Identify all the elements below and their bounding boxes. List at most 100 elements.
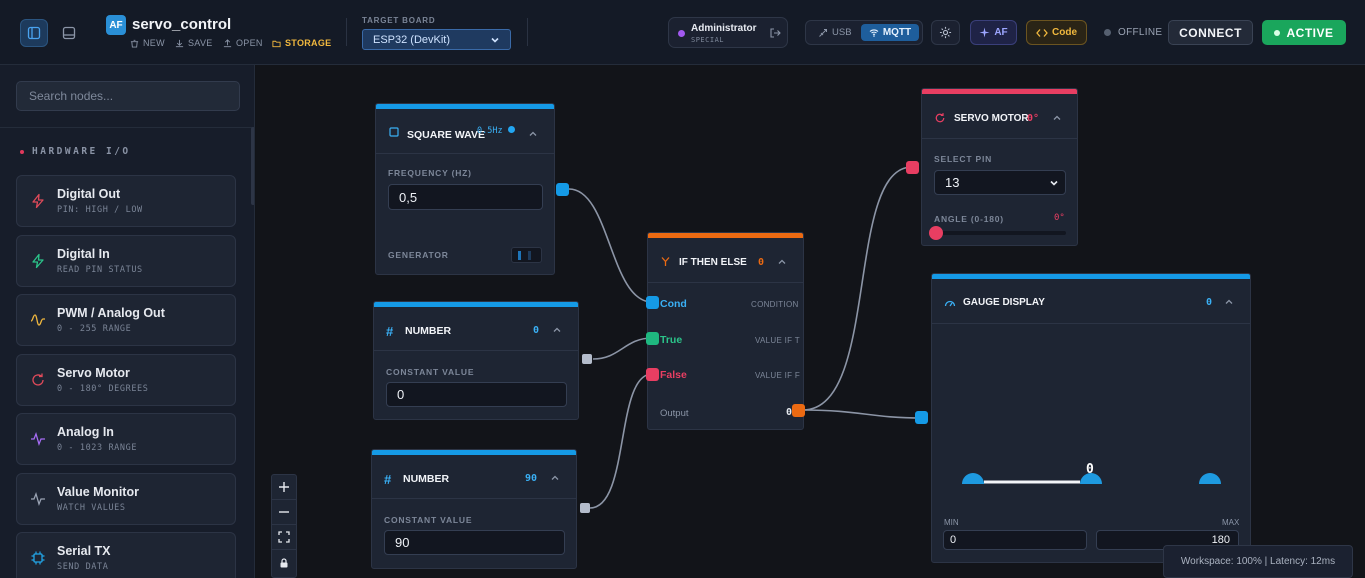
true-description: VALUE IF T — [755, 336, 800, 345]
node-header[interactable]: GAUGE DISPLAY 0 — [932, 279, 1250, 324]
constant-value-label: CONSTANT VALUE — [386, 367, 475, 377]
target-board-label: TARGET BOARD — [362, 16, 436, 25]
pulse-icon — [31, 492, 45, 506]
false-input-port[interactable] — [646, 368, 659, 381]
minus-icon — [279, 511, 289, 513]
settings-button[interactable] — [931, 20, 960, 45]
node-header[interactable]: SERVO MOTOR 0° — [922, 94, 1077, 139]
search-nodes-input[interactable] — [16, 81, 240, 111]
node-value: 90 — [525, 473, 538, 484]
node-title: NUMBER — [405, 325, 452, 337]
zoom-out-button[interactable] — [272, 500, 296, 525]
chevron-up-icon[interactable] — [777, 257, 787, 267]
active-toggle-button[interactable]: ACTIVE — [1262, 20, 1346, 45]
number-2-output-port[interactable] — [580, 503, 590, 513]
constant-value-label: CONSTANT VALUE — [384, 515, 473, 525]
constant-value-input[interactable]: 90 — [384, 530, 565, 555]
angle-slider-thumb[interactable] — [929, 226, 943, 240]
cond-input-port[interactable] — [646, 296, 659, 309]
target-board-select[interactable]: ESP32 (DevKit) — [362, 29, 511, 50]
zoom-controls — [271, 474, 297, 578]
folder-icon — [272, 40, 281, 47]
node-item-digital-out[interactable]: Digital Out PIN: HIGH / LOW — [16, 175, 236, 227]
true-input-label: True — [660, 334, 683, 346]
gauge-icon — [944, 300, 956, 307]
node-item-serial-tx[interactable]: Serial TX SEND DATA — [16, 532, 236, 578]
square-wave-output-port[interactable] — [556, 183, 569, 196]
code-button[interactable]: Code — [1026, 20, 1087, 45]
wave-icon — [30, 314, 45, 326]
divider — [0, 127, 254, 128]
pulse-icon — [31, 432, 45, 446]
chevron-up-icon[interactable] — [1052, 113, 1062, 123]
lock-view-button[interactable] — [272, 550, 296, 575]
node-title: SQUARE WAVE — [407, 129, 485, 141]
angle-slider-track[interactable] — [934, 231, 1066, 235]
true-input-port[interactable] — [646, 332, 659, 345]
constant-value-input[interactable]: 0 — [386, 382, 567, 407]
af-assistant-button[interactable]: AF — [970, 20, 1017, 45]
false-description: VALUE IF F — [755, 371, 801, 380]
node-item-digital-in[interactable]: Digital In READ PIN STATUS — [16, 235, 236, 287]
chevron-down-icon — [491, 37, 499, 43]
node-item-servo-motor[interactable]: Servo Motor 0 - 180° DEGREES — [16, 354, 236, 406]
chevron-up-icon[interactable] — [528, 129, 538, 139]
node-value: 0 — [758, 257, 765, 268]
output-port[interactable] — [792, 404, 805, 417]
number-1-output-port[interactable] — [582, 354, 592, 364]
divider — [527, 18, 528, 46]
max-label: MAX — [1222, 518, 1240, 527]
hash-icon: # — [386, 324, 394, 339]
active-dot — [1274, 29, 1281, 36]
connect-button[interactable]: CONNECT — [1168, 20, 1253, 45]
usb-button[interactable]: USB — [812, 24, 860, 41]
generator-toggle[interactable] — [511, 247, 542, 263]
sidebar-scrollbar[interactable] — [251, 127, 254, 205]
wifi-icon — [869, 29, 879, 37]
node-header[interactable]: IF THEN ELSE 0 — [648, 238, 803, 283]
node-number-1[interactable]: # NUMBER 0 CONSTANT VALUE 0 — [373, 301, 579, 420]
output-label: Output — [660, 408, 689, 419]
servo-angle-input-port[interactable] — [906, 161, 919, 174]
node-item-value-monitor[interactable]: Value Monitor WATCH VALUES — [16, 473, 236, 525]
bottom-panel-toggle-button[interactable] — [55, 19, 83, 47]
chevron-up-icon[interactable] — [552, 325, 562, 335]
select-pin-label: SELECT PIN — [934, 154, 993, 164]
user-status-dot — [678, 30, 685, 37]
trash-icon — [130, 39, 139, 48]
node-item-analog-in[interactable]: Analog In 0 - 1023 RANGE — [16, 413, 236, 465]
node-servo-motor[interactable]: SERVO MOTOR 0° SELECT PIN 13 ANGLE (0-18… — [921, 88, 1078, 246]
save-button[interactable]: SAVE — [175, 38, 213, 48]
select-pin-dropdown[interactable]: 13 — [934, 170, 1066, 195]
fit-view-icon — [278, 531, 290, 543]
gauge-input-port[interactable] — [915, 411, 928, 424]
node-square-wave[interactable]: SQUARE WAVE 0.5Hz FREQUENCY (HZ) 0,5 GEN… — [375, 103, 555, 275]
node-if-then-else[interactable]: IF THEN ELSE 0 Cond CONDITION True VALUE… — [647, 232, 804, 430]
node-number-2[interactable]: # NUMBER 90 CONSTANT VALUE 90 — [371, 449, 577, 569]
branch-icon — [661, 257, 670, 266]
node-header[interactable]: SQUARE WAVE 0.5Hz — [376, 109, 554, 154]
node-header[interactable]: # NUMBER 90 — [372, 455, 576, 499]
node-gauge-display[interactable]: GAUGE DISPLAY 0 0 MIN MAX 0 180 — [931, 273, 1251, 563]
plus-icon — [279, 482, 289, 492]
chevron-up-icon[interactable] — [1224, 297, 1234, 307]
new-button[interactable]: NEW — [130, 38, 165, 48]
open-button[interactable]: OPEN — [223, 38, 263, 48]
storage-button[interactable]: STORAGE — [272, 38, 331, 48]
toggle-bar — [528, 251, 531, 260]
min-value-input[interactable]: 0 — [943, 530, 1087, 550]
fit-view-button[interactable] — [272, 525, 296, 550]
project-title[interactable]: servo_control — [132, 16, 231, 33]
zoom-in-button[interactable] — [272, 475, 296, 500]
logout-icon[interactable] — [769, 27, 781, 39]
gauge-max-marker — [1199, 473, 1221, 484]
node-header[interactable]: # NUMBER 0 — [374, 307, 578, 351]
node-palette-sidebar: HARDWARE I/O Digital Out PIN: HIGH / LOW… — [0, 65, 255, 578]
chevron-up-icon[interactable] — [550, 473, 560, 483]
mqtt-button[interactable]: MQTT — [861, 24, 919, 41]
divider — [346, 18, 347, 46]
chip-icon — [31, 551, 45, 565]
node-item-pwm-analog-out[interactable]: PWM / Analog Out 0 - 255 RANGE — [16, 294, 236, 346]
sidebar-toggle-button[interactable] — [20, 19, 48, 47]
frequency-input[interactable]: 0,5 — [388, 184, 543, 210]
